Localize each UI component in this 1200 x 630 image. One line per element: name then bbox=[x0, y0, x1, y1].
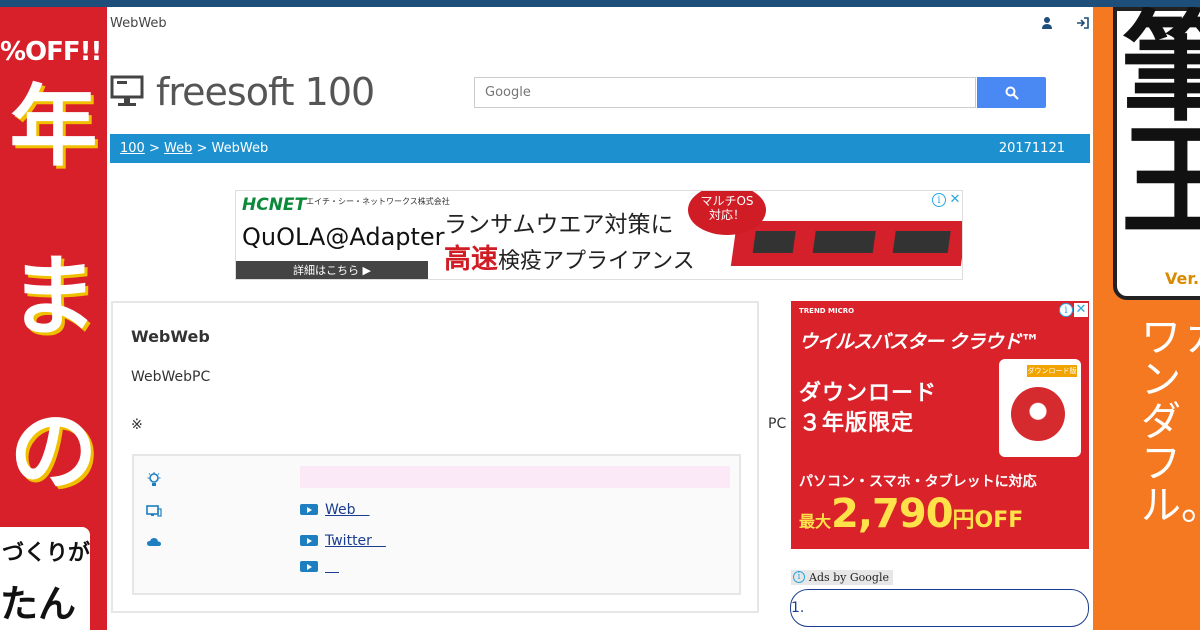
ad-price-prefix: 最大 bbox=[799, 512, 832, 531]
extra-link[interactable] bbox=[325, 556, 339, 576]
ad-info-icon[interactable]: i bbox=[932, 193, 946, 207]
banner-subline: 高速検疫アプライアンス bbox=[444, 237, 695, 276]
right-side-ad[interactable]: 筆王 Ver. ワンダフル。 カ bbox=[1093, 7, 1200, 630]
right-ad-vertical-1: ワンダフル。 bbox=[1141, 315, 1200, 529]
logo-text: freesoft 100 bbox=[156, 70, 375, 114]
ad-support-text: パソコン・スマホ・タブレットに対応 bbox=[799, 474, 1037, 490]
device-slot bbox=[892, 231, 951, 253]
ad-download-text: ダウンロード ３年版限定 bbox=[799, 379, 937, 438]
search-icon bbox=[1005, 86, 1019, 100]
ad-price-suffix: 円OFF bbox=[952, 508, 1024, 533]
banner-headline: ランサムウエア対策に bbox=[444, 212, 674, 238]
cloud-icon bbox=[147, 538, 161, 546]
ad-trend-logo: TREND MICRO bbox=[799, 307, 855, 315]
breadcrumb-current: WebWeb bbox=[211, 141, 269, 156]
ad-download-line-2: ３年版限定 bbox=[799, 410, 915, 436]
banner-brand: HCNET bbox=[242, 195, 307, 215]
search-button[interactable] bbox=[977, 77, 1046, 108]
update-date: 20171121 bbox=[998, 141, 1065, 156]
breadcrumb-web-link[interactable]: Web bbox=[164, 141, 192, 156]
site-logo[interactable]: freesoft 100 bbox=[110, 70, 375, 114]
web-link-item: Web bbox=[300, 499, 370, 519]
ads-by-google-item[interactable]: 1. bbox=[790, 589, 1089, 627]
breadcrumb-home-link[interactable]: 100 bbox=[120, 141, 145, 156]
device-slot bbox=[812, 231, 876, 253]
right-ad-card: 筆王 Ver. bbox=[1113, 7, 1200, 300]
ad-close-icon[interactable]: ✕ bbox=[1074, 303, 1088, 317]
monitor-logo-icon bbox=[110, 75, 144, 106]
info-icon: i bbox=[793, 571, 805, 583]
site-label: WebWeb bbox=[110, 16, 167, 31]
content-card: WebWeb WebWebPC ※ Web Twitter bbox=[111, 301, 759, 613]
extra-link-item bbox=[300, 556, 339, 576]
twitter-link-item: Twitter bbox=[300, 530, 386, 550]
ad-product-box: ダウンロード版 bbox=[999, 359, 1081, 457]
play-icon bbox=[300, 503, 318, 515]
banner-device-image bbox=[730, 221, 962, 266]
left-ad-box-line-1: づくりが bbox=[2, 541, 91, 566]
top-bar bbox=[0, 0, 1200, 7]
breadcrumb-path: 100 > Web > WebWeb bbox=[120, 141, 268, 156]
play-icon bbox=[300, 534, 318, 546]
search-bar bbox=[474, 77, 1046, 108]
login-icon[interactable] bbox=[1076, 16, 1090, 30]
ad-price-value: 2,790 bbox=[831, 491, 954, 537]
info-row-highlight bbox=[134, 466, 739, 494]
banner-brand-jp: エイチ・シー・ネットワークス株式会社 bbox=[306, 197, 450, 206]
monitor-icon bbox=[146, 505, 162, 517]
breadcrumb: 100 > Web > WebWeb 20171121 bbox=[110, 134, 1090, 163]
banner-sub-rest: 検疫アプライアンス bbox=[498, 249, 695, 274]
web-link[interactable]: Web bbox=[325, 499, 370, 519]
twitter-link[interactable]: Twitter bbox=[325, 530, 386, 550]
left-ad-kanji-2: ま bbox=[9, 244, 98, 348]
right-ad-version: Ver. bbox=[1165, 269, 1200, 288]
right-rectangle-ad[interactable]: TREND MICRO ウイルスバスター クラウド™ ダウンロード ３年版限定 … bbox=[791, 301, 1089, 549]
content-side-text: PC bbox=[768, 416, 787, 432]
info-row-twitter: Twitter bbox=[134, 528, 739, 556]
banner-detail-button[interactable]: 詳細はこちら ▶ bbox=[236, 261, 428, 279]
user-icon[interactable] bbox=[1040, 16, 1054, 30]
banner-sub-red: 高速 bbox=[444, 244, 498, 275]
info-row-web: Web bbox=[134, 497, 739, 525]
ads-by-google-text: Ads by Google bbox=[809, 571, 889, 584]
software-description: WebWebPC bbox=[131, 369, 211, 385]
device-slot bbox=[752, 231, 796, 253]
info-row-extra bbox=[134, 554, 739, 582]
top-banner-ad[interactable]: HCNET エイチ・シー・ネットワークス株式会社 QuOLA@Adapter 詳… bbox=[235, 190, 963, 280]
ad-info-icon[interactable]: i bbox=[1059, 303, 1073, 317]
banner-product: QuOLA@Adapter bbox=[242, 223, 445, 251]
software-title: WebWeb bbox=[131, 327, 210, 346]
ad-product-name: ウイルスバスター クラウド™ bbox=[799, 331, 1040, 353]
left-ad-kanji-3: の bbox=[9, 399, 98, 503]
left-side-ad[interactable]: %OFF!! 年 ま の づくりが たん bbox=[0, 7, 107, 630]
ad-download-line-1: ダウンロード bbox=[799, 381, 938, 406]
info-box: Web Twitter bbox=[132, 454, 741, 595]
left-ad-promo: %OFF!! bbox=[0, 37, 102, 67]
highlight-field bbox=[300, 466, 730, 488]
ad-box-badge: ダウンロード版 bbox=[1027, 365, 1077, 377]
right-ad-big-glyph: 筆王 bbox=[1121, 7, 1200, 252]
left-ad-kanji-1: 年 bbox=[9, 74, 98, 178]
lightbulb-icon bbox=[147, 472, 161, 486]
left-ad-box: づくりが たん bbox=[0, 527, 90, 630]
play-icon bbox=[300, 560, 318, 572]
search-input[interactable] bbox=[474, 77, 976, 108]
software-note: ※ bbox=[131, 417, 143, 433]
breadcrumb-separator: > bbox=[196, 141, 208, 156]
ads-by-google-label[interactable]: i Ads by Google bbox=[791, 570, 893, 585]
ad-price: 最大2,790円OFF bbox=[799, 491, 1023, 537]
ad-close-icon[interactable]: ✕ bbox=[948, 193, 962, 207]
ad-disk-image bbox=[1011, 387, 1065, 441]
right-ad-vertical-2: カ bbox=[1185, 317, 1200, 359]
left-ad-box-line-2: たん bbox=[0, 582, 77, 626]
breadcrumb-separator: > bbox=[148, 141, 160, 156]
